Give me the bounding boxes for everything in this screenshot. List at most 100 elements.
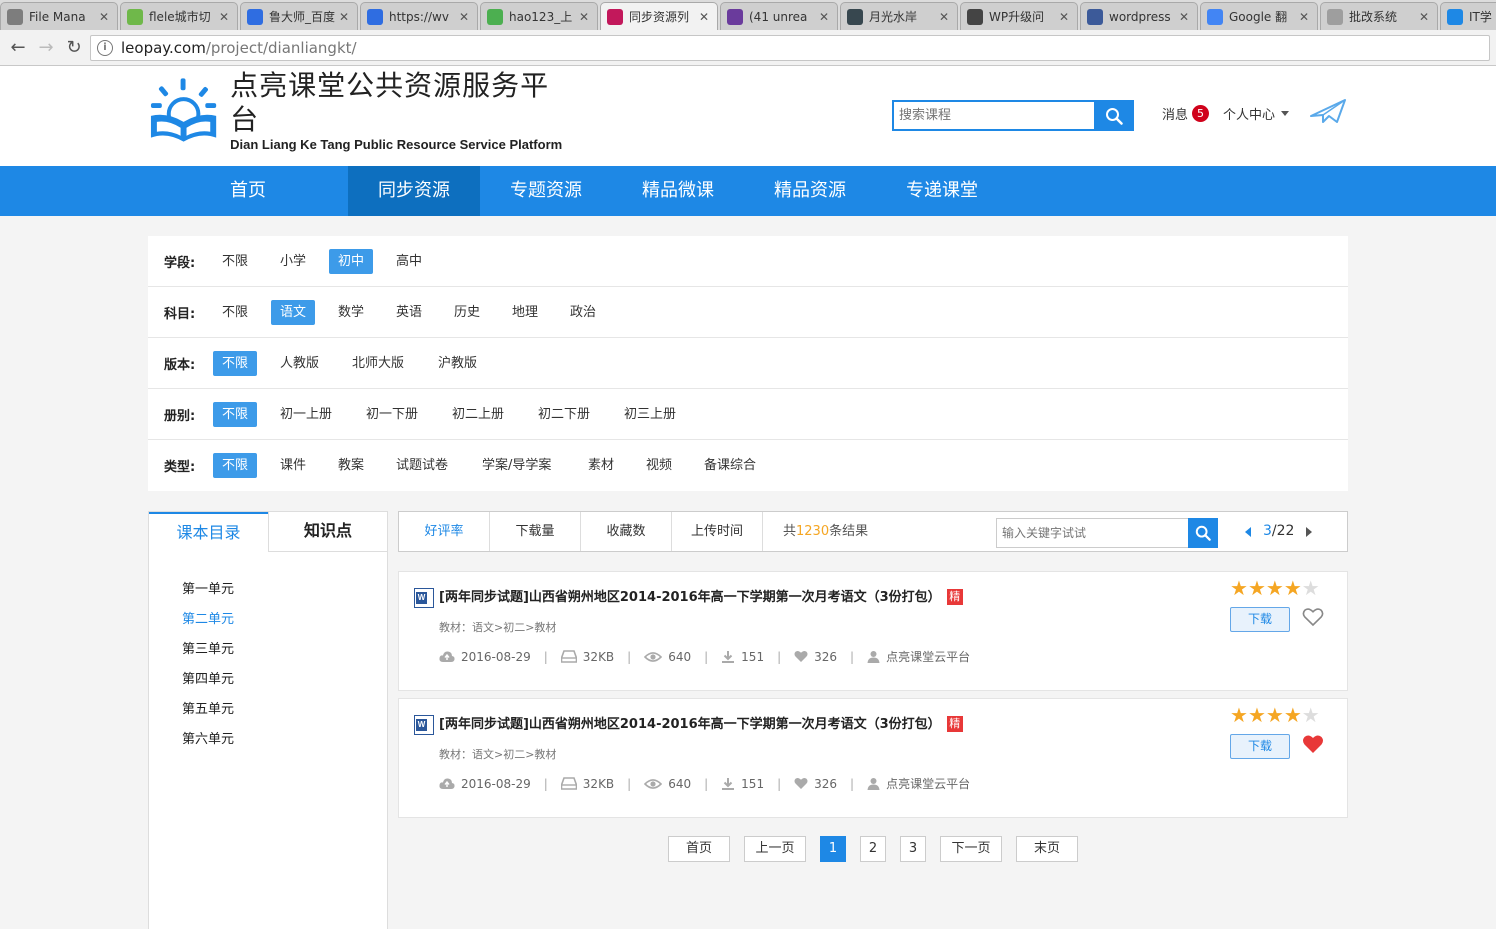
first-page-button[interactable]: 首页 [668,836,730,862]
page-number-button[interactable]: 2 [860,836,886,862]
filter-option[interactable]: 素材 [579,453,623,478]
filter-option[interactable]: 教案 [329,453,373,478]
filter-option[interactable]: 人教版 [271,351,328,376]
browser-tab[interactable]: https://wv ✕ [360,2,478,30]
page-number-button[interactable]: 3 [900,836,926,862]
messages-link[interactable]: 消息 5 [1162,103,1210,123]
prev-page-icon[interactable] [1245,526,1251,537]
url-field[interactable]: i leopay.com/project/dianliangkt/ [90,35,1490,61]
browser-tab[interactable]: 月光水岸 ✕ [840,2,958,30]
prev-page-button[interactable]: 上一页 [744,836,806,862]
filter-option[interactable]: 不限 [213,249,257,274]
browser-tab[interactable]: IT学✕ [1440,2,1496,30]
browser-tab[interactable]: wordpress ✕ [1080,2,1198,30]
browser-tab[interactable]: Google 翻 ✕ [1200,2,1318,30]
unit-item[interactable]: 第四单元 [182,668,234,687]
browser-tab[interactable]: File Mana ✕ [0,2,118,30]
filter-option[interactable]: 初一上册 [271,402,341,427]
filter-option[interactable]: 试题试卷 [387,453,457,478]
tab-knowledge[interactable]: 知识点 [268,512,387,552]
nav-item[interactable]: 精品微课 [612,166,744,216]
unit-item[interactable]: 第六单元 [182,728,234,747]
close-icon[interactable]: ✕ [699,10,711,24]
filter-option[interactable]: 不限 [213,402,258,427]
favorite-heart-icon[interactable] [1302,734,1324,758]
filter-option[interactable]: 小学 [271,249,315,274]
close-icon[interactable]: ✕ [99,10,111,24]
download-button[interactable]: 下载 [1230,607,1290,632]
close-icon[interactable]: ✕ [219,10,231,24]
browser-tab[interactable]: 鲁大师_百度 ✕ [240,2,358,30]
nav-item[interactable]: 精品资源 [744,166,876,216]
filter-option[interactable]: 初二下册 [529,402,599,427]
close-icon[interactable]: ✕ [1179,10,1191,24]
browser-tab[interactable]: (41 unrea ✕ [720,2,838,30]
unit-item[interactable]: 第一单元 [182,578,234,597]
filter-option[interactable]: 语文 [271,300,316,325]
download-button[interactable]: 下载 [1230,734,1290,759]
close-icon[interactable]: ✕ [459,10,471,24]
result-title[interactable]: [两年同步试题]山西省朔州地区2014-2016年高一下学期第一次月考语文（3份… [439,586,963,605]
filter-option[interactable]: 不限 [213,300,257,325]
back-icon[interactable]: ← [4,34,32,62]
filter-option[interactable]: 政治 [561,300,605,325]
search-button[interactable] [1094,100,1134,131]
unit-item[interactable]: 第三单元 [182,638,234,657]
close-icon[interactable]: ✕ [819,10,831,24]
course-search-input[interactable] [892,100,1094,131]
filter-option[interactable]: 初三上册 [615,402,685,427]
filter-option[interactable]: 课件 [271,453,315,478]
filter-option[interactable]: 初二上册 [443,402,513,427]
filter-option[interactable]: 不限 [213,453,258,478]
sort-option[interactable]: 收藏数 [581,512,672,551]
close-icon[interactable]: ✕ [1299,10,1311,24]
filter-option[interactable]: 历史 [445,300,489,325]
close-icon[interactable]: ✕ [939,10,951,24]
close-icon[interactable]: ✕ [579,10,591,24]
result-title[interactable]: [两年同步试题]山西省朔州地区2014-2016年高一下学期第一次月考语文（3份… [439,713,963,732]
browser-tab[interactable]: 同步资源列 ✕ [600,2,718,30]
close-icon[interactable]: ✕ [339,10,351,24]
filter-option[interactable]: 初一下册 [357,402,427,427]
filter-option[interactable]: 北师大版 [343,351,413,376]
filter-option[interactable]: 视频 [637,453,681,478]
keyword-search-input[interactable] [996,518,1188,548]
filter-option[interactable]: 数学 [329,300,373,325]
page-number-button[interactable]: 1 [820,836,846,862]
forward-icon[interactable]: → [32,34,60,62]
filter-option[interactable]: 备课综合 [695,453,765,478]
filter-option[interactable]: 不限 [213,351,258,376]
filter-option[interactable]: 地理 [503,300,547,325]
sort-option[interactable]: 上传时间 [672,512,763,551]
next-page-button[interactable]: 下一页 [940,836,1002,862]
unit-item[interactable]: 第五单元 [182,698,234,717]
favorite-heart-icon[interactable] [1302,607,1324,631]
nav-item[interactable]: 同步资源 [348,166,480,216]
close-icon[interactable]: ✕ [1419,10,1431,24]
user-center-dropdown[interactable]: 个人中心 [1223,103,1290,123]
browser-tab[interactable]: flele城市切 ✕ [120,2,238,30]
filter-option[interactable]: 英语 [387,300,431,325]
sort-option[interactable]: 下载量 [490,512,581,551]
keyword-search-button[interactable] [1188,518,1218,548]
nav-item[interactable]: 专题资源 [480,166,612,216]
site-logo[interactable]: 点亮课堂公共资源服务平台 Dian Liang Ke Tang Public R… [147,69,574,152]
browser-tab[interactable]: 批改系统 ✕ [1320,2,1438,30]
browser-tab[interactable]: hao123_上 ✕ [480,2,598,30]
filter-option[interactable]: 初中 [329,249,374,274]
last-page-button[interactable]: 末页 [1016,836,1078,862]
next-page-icon[interactable] [1306,526,1313,537]
filter-option[interactable]: 高中 [387,249,431,274]
info-icon[interactable]: i [97,40,113,56]
filter-option[interactable]: 沪教版 [429,351,486,376]
sort-option[interactable]: 好评率 [399,512,490,551]
tab-catalog[interactable]: 课本目录 [149,512,268,552]
paper-plane-icon[interactable] [1309,98,1347,126]
nav-item[interactable]: 首页 [182,166,314,216]
close-icon[interactable]: ✕ [1059,10,1071,24]
filter-option[interactable]: 学案/导学案 [473,453,560,478]
unit-item[interactable]: 第二单元 [182,608,234,627]
reload-icon[interactable]: ↻ [60,34,88,62]
nav-item[interactable]: 专递课堂 [876,166,1008,216]
browser-tab[interactable]: WP升级问 ✕ [960,2,1078,30]
